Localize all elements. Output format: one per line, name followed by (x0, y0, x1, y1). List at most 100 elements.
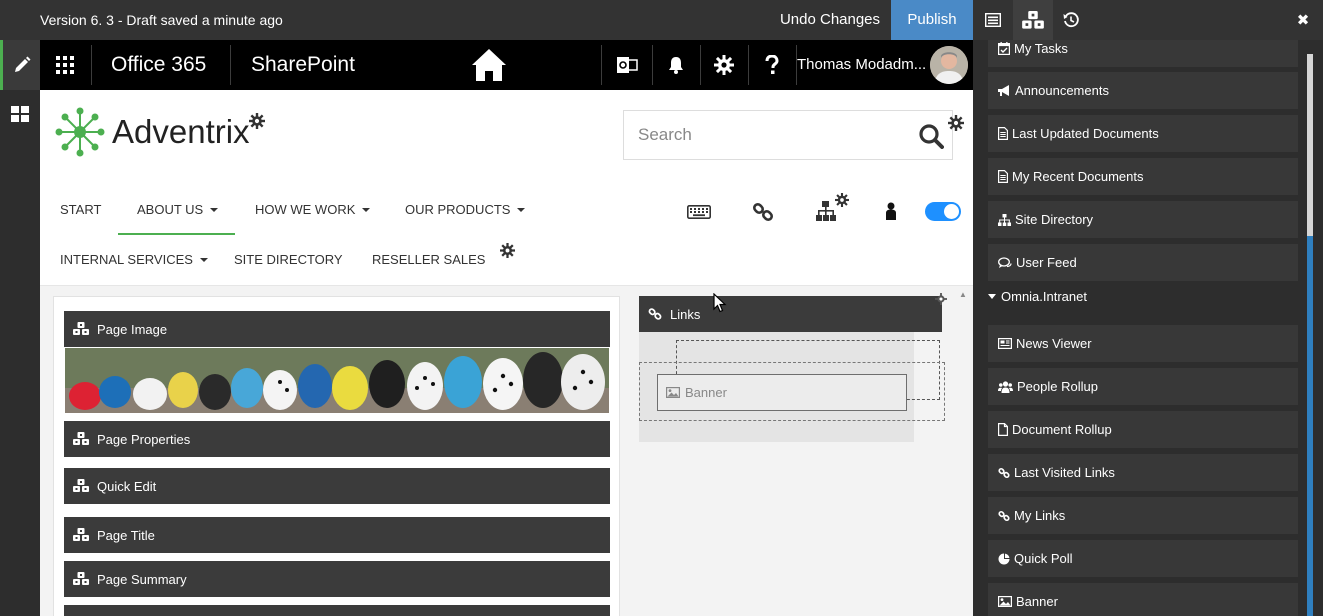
link-icon (998, 467, 1010, 479)
toolbox-item-banner[interactable]: Banner (988, 583, 1298, 616)
toolbox-item-label: People Rollup (1017, 379, 1098, 394)
bell-icon[interactable] (652, 40, 700, 90)
edit-mode-toggle[interactable] (925, 202, 961, 221)
right-webpart-zone: Links Banner (639, 296, 945, 616)
webparts-icon[interactable] (1013, 0, 1053, 40)
site-page: Adventrix START ABOUT US HOW WE WORK OUR… (40, 90, 973, 616)
webpart-label: Links (670, 306, 701, 322)
app-name[interactable]: Office 365 (111, 40, 206, 90)
image-icon (666, 387, 680, 398)
toolbox-item-label: Site Directory (1015, 212, 1094, 227)
nav-item-about-us[interactable]: ABOUT US (137, 200, 219, 220)
toolbox-item-label: My Tasks (1014, 41, 1068, 56)
toolbox-item-label: User Feed (1016, 255, 1077, 270)
toolbox-item-label: Banner (1016, 594, 1058, 609)
toolbox-item-news-viewer[interactable]: News Viewer (988, 325, 1298, 362)
caret-down-icon (362, 208, 371, 212)
webpart-page-title[interactable]: Page Title (64, 517, 610, 553)
nav-label: SITE DIRECTORY (234, 252, 343, 267)
user-icon[interactable] (885, 202, 897, 220)
search-input[interactable] (638, 111, 908, 159)
pencil-icon[interactable] (0, 40, 40, 90)
webpart-label: Page Title (97, 527, 155, 543)
undo-changes-button[interactable]: Undo Changes (769, 0, 891, 40)
toolbox-item-label: My Links (1014, 508, 1066, 523)
toolbox-item-label: Document Rollup (1012, 422, 1112, 437)
product-name[interactable]: SharePoint (251, 40, 355, 90)
toolbox-item-people-rollup[interactable]: People Rollup (988, 368, 1298, 405)
publish-button[interactable]: Publish (891, 0, 973, 40)
user-name[interactable]: Thomas Modadm... (797, 40, 926, 90)
webparts-icon (73, 432, 89, 446)
nav-item-site-directory[interactable]: SITE DIRECTORY (234, 250, 343, 270)
webpart-page-summary[interactable]: Page Summary (64, 561, 610, 597)
list-view-icon[interactable] (973, 0, 1013, 40)
outlook-icon[interactable] (603, 40, 651, 90)
dragged-banner-webpart[interactable]: Banner (657, 374, 907, 411)
comments-icon (998, 256, 1012, 269)
close-icon[interactable]: ✖ (1290, 0, 1316, 40)
toolbox-item-document-rollup[interactable]: Document Rollup (988, 411, 1298, 448)
drag-label: Banner (685, 385, 727, 400)
active-nav-indicator (118, 233, 235, 235)
home-icon[interactable] (468, 44, 510, 86)
help-icon[interactable] (748, 40, 796, 90)
history-icon[interactable] (1051, 0, 1091, 40)
toolbox-group-label: Omnia.Intranet (1001, 289, 1087, 304)
webpart-label: Quick Edit (97, 478, 157, 494)
nav-item-how-we-work[interactable]: HOW WE WORK (255, 200, 371, 220)
left-webpart-zone: Page Image Page Properties Quick Edit Pa… (53, 296, 620, 616)
webparts-icon (73, 322, 89, 336)
webpart-label: Page Properties (97, 431, 191, 447)
toolbox-item-user-feed[interactable]: User Feed (988, 244, 1298, 281)
webparts-icon (73, 572, 89, 586)
app-launcher-icon[interactable] (40, 40, 90, 90)
link-icon[interactable] (752, 201, 774, 223)
toolbox-item-announcements[interactable]: Announcements (988, 72, 1298, 109)
toolbox-item-my-tasks[interactable]: My Tasks (988, 40, 1298, 67)
page-image-cyclists (65, 348, 609, 413)
search-icon[interactable] (915, 121, 947, 151)
nav-item-our-products[interactable]: OUR PRODUCTS (405, 200, 526, 220)
nav-label: OUR PRODUCTS (405, 202, 511, 217)
webpart-page-image[interactable]: Page Image (64, 311, 610, 347)
toolbox-tabbar: ✖ (973, 0, 1323, 40)
gear-icon[interactable] (935, 293, 947, 305)
toolbox-scrollbar-thumb[interactable] (1307, 236, 1313, 616)
nav-item-internal-services[interactable]: INTERNAL SERVICES (60, 250, 208, 270)
gear-icon[interactable] (249, 113, 265, 129)
nav-label: HOW WE WORK (255, 202, 356, 217)
layout-grid-icon[interactable] (0, 92, 40, 136)
adventrix-logo-icon[interactable] (54, 106, 106, 158)
scroll-up-arrow-icon[interactable]: ▲ (959, 290, 967, 299)
sitemap-icon[interactable] (816, 193, 850, 221)
webpart-links[interactable]: Links (639, 296, 942, 332)
nav-item-start[interactable]: START (60, 200, 101, 220)
toolbox-group-omnia-intranet[interactable]: Omnia.Intranet (988, 289, 1087, 304)
webpart-page-properties[interactable]: Page Properties (64, 421, 610, 457)
gear-icon[interactable] (500, 243, 515, 258)
document-icon (998, 127, 1008, 140)
webpart-next[interactable] (64, 605, 610, 616)
nav-label: INTERNAL SERVICES (60, 252, 193, 267)
keyboard-icon[interactable] (687, 205, 711, 219)
toolbox-item-quick-poll[interactable]: Quick Poll (988, 540, 1298, 577)
webpart-quick-edit[interactable]: Quick Edit (64, 468, 610, 504)
toolbox-item-last-updated-documents[interactable]: Last Updated Documents (988, 115, 1298, 152)
toolbox-item-last-visited-links[interactable]: Last Visited Links (988, 454, 1298, 491)
megaphone-icon (998, 84, 1011, 97)
divider (230, 45, 231, 85)
page-content-area: Page Image Page Properties Quick Edit Pa… (40, 286, 973, 616)
toolbox-item-label: Last Updated Documents (1012, 126, 1159, 141)
toolbox-item-site-directory[interactable]: Site Directory (988, 201, 1298, 238)
webparts-icon (73, 479, 89, 493)
caret-down-icon (210, 208, 219, 212)
gear-icon[interactable] (700, 40, 748, 90)
nav-item-reseller-sales[interactable]: RESELLER SALES (372, 250, 485, 270)
avatar[interactable] (930, 46, 968, 84)
toolbox-item-my-links[interactable]: My Links (988, 497, 1298, 534)
toolbox-item-my-recent-documents[interactable]: My Recent Documents (988, 158, 1298, 195)
toolbox-item-label: Quick Poll (1014, 551, 1073, 566)
gear-icon[interactable] (948, 115, 964, 131)
site-logo-text[interactable]: Adventrix (112, 110, 250, 154)
